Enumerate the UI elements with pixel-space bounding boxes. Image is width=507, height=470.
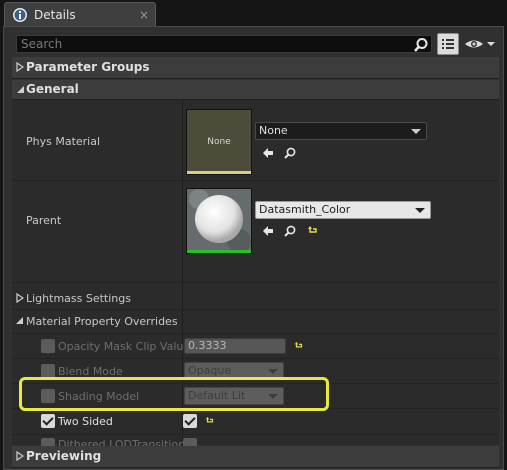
parent-combo[interactable]: Datasmith_Color [255,201,431,219]
blend-mode-value: Opaque [188,364,232,377]
tab-details[interactable]: Details × [4,2,156,27]
opacity-mask-clip-value-label: Opacity Mask Clip Value [58,340,191,353]
parent-thumbnail[interactable] [186,188,252,254]
asset-type-bar [187,171,251,174]
chevron-down-icon[interactable] [15,316,25,326]
info-icon [13,8,27,22]
use-selected-arrow-icon[interactable] [261,224,275,238]
browse-search-icon[interactable] [283,224,297,238]
search-icon[interactable] [413,37,429,53]
list-view-icon [442,39,454,49]
override-checkbox[interactable] [41,364,55,378]
reset-to-default-icon[interactable] [307,225,319,237]
reset-to-default-icon[interactable] [294,341,304,351]
phys-material-combo[interactable]: None [255,122,427,140]
reset-to-default-icon[interactable] [205,416,215,426]
two-sided-override-checkbox[interactable] [41,414,55,428]
phys-material-thumbnail[interactable]: None [186,109,252,175]
thumbnail-text: None [207,137,231,147]
chevron-down-icon [411,129,421,134]
chevron-right-icon [16,62,24,72]
chevron-right-icon [16,451,24,461]
material-property-overrides-label[interactable]: Material Property Overrides [26,315,178,328]
two-sided-highlight [19,377,329,411]
asset-type-bar [187,250,251,253]
phys-material-label: Phys Material [26,135,101,148]
view-options-button[interactable] [437,33,459,55]
browse-search-icon[interactable] [283,146,297,160]
row-separator [12,180,499,181]
parent-value: Datasmith_Color [259,203,351,216]
category-label: Parameter Groups [26,60,150,74]
tab-title: Details [34,8,76,22]
material-sphere-icon [187,189,251,253]
search-input[interactable]: Search [16,35,432,53]
opacity-mask-clip-value-field[interactable]: 0.3333 [184,338,286,354]
category-general[interactable]: General [12,80,499,100]
two-sided-label: Two Sided [58,415,113,428]
chevron-down-icon [268,369,278,374]
row-separator [12,309,499,310]
phys-material-value: None [259,124,288,137]
row-separator [12,333,499,334]
row-separator [12,358,499,359]
chevron-down-icon [17,86,24,93]
row-separator [12,282,499,283]
use-selected-arrow-icon[interactable] [261,146,275,160]
row-separator [12,434,499,435]
category-label: Previewing [26,449,102,463]
lightmass-settings-label[interactable]: Lightmass Settings [26,292,131,305]
chevron-right-icon[interactable] [16,293,24,303]
category-parameter-groups[interactable]: Parameter Groups [12,57,499,79]
close-icon[interactable]: × [139,8,149,22]
tab-strip: Details × [0,0,507,27]
opacity-mask-clip-value: 0.3333 [188,339,227,352]
eye-icon[interactable] [464,37,496,51]
parent-label: Parent [26,214,62,227]
category-label: General [26,82,79,96]
search-placeholder: Search [21,37,63,51]
category-previewing[interactable]: Previewing [12,446,499,468]
override-checkbox[interactable] [41,339,55,353]
chevron-down-icon [415,208,425,213]
two-sided-value-checkbox[interactable] [183,414,197,428]
